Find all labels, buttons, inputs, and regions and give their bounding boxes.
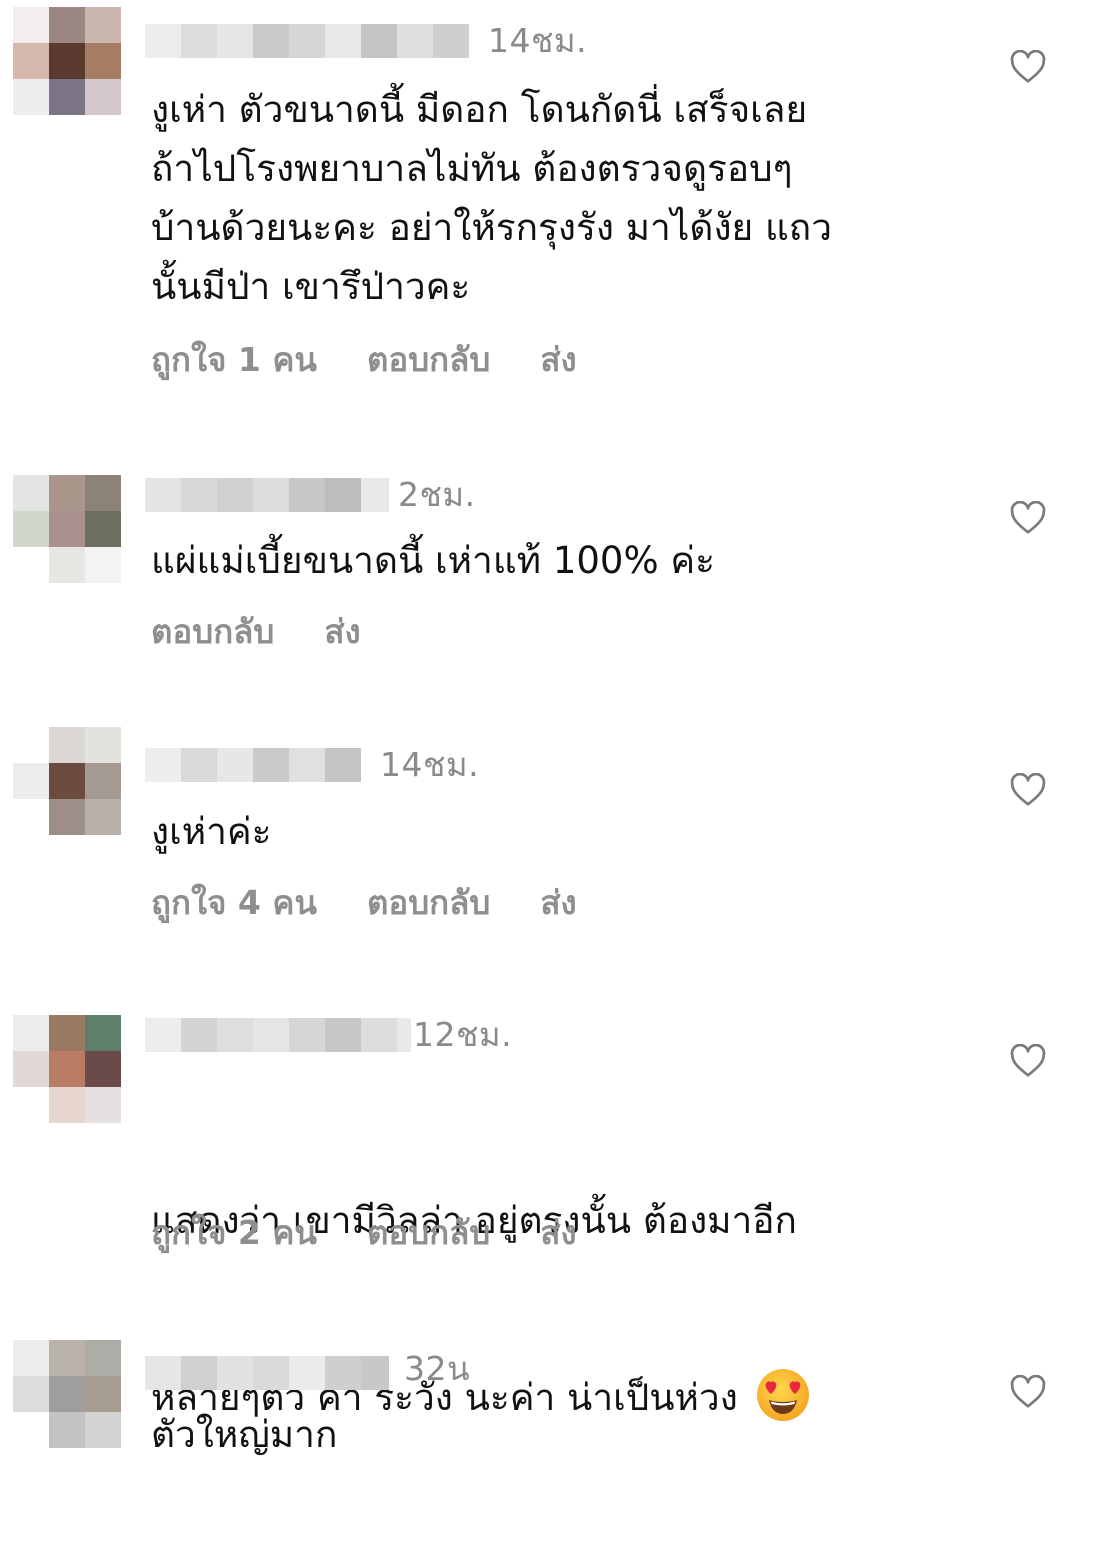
comment-text: แสดงว่า เขามีวิลล่า อยู่ตรงนั้น ต้องมาอี… [151, 1073, 971, 1545]
comment-text: งูเห่า ตัวขนาดนี้ มีดอก โดนกัดนี่ เสร็จเ… [151, 88, 832, 308]
comment-actions: ถูกใจ 2 คน ตอบกลับ ส่ง [151, 1213, 627, 1253]
likes-count[interactable]: ถูกใจ 1 คน [151, 340, 317, 380]
username-blurred[interactable] [145, 478, 389, 512]
comment-timestamp: 2ชม. [398, 475, 476, 514]
comment-text: แผ่แม่เบี้ยขนาดนี้ เห่าแท้ 100% ค่ะ [151, 539, 715, 582]
heart-outline-icon[interactable] [1010, 1375, 1046, 1409]
comment-timestamp: 14ชม. [488, 21, 588, 60]
comment-timestamp: 12ชม. [413, 1015, 513, 1054]
likes-count[interactable]: ถูกใจ 2 คน [151, 1213, 317, 1253]
comment-timestamp: 14ชม. [380, 745, 480, 784]
reply-button[interactable]: ตอบกลับ [151, 612, 274, 652]
comment-actions: ถูกใจ 4 คน ตอบกลับ ส่ง [151, 883, 627, 923]
reply-button[interactable]: ตอบกลับ [367, 1213, 490, 1253]
username-blurred[interactable] [145, 748, 361, 782]
likes-count[interactable]: ถูกใจ 4 คน [151, 883, 317, 923]
avatar[interactable] [13, 7, 121, 115]
avatar[interactable] [13, 1015, 121, 1123]
send-button[interactable]: ส่ง [540, 883, 576, 923]
avatar[interactable] [13, 1340, 121, 1448]
send-button[interactable]: ส่ง [540, 1213, 576, 1253]
comment-actions: ถูกใจ 1 คน ตอบกลับ ส่ง [151, 340, 627, 380]
comment-text: งูเห่าค่ะ [151, 810, 272, 853]
username-blurred[interactable] [145, 1018, 411, 1052]
send-button[interactable]: ส่ง [324, 612, 360, 652]
comment-text: ตัวใหญ่มาก [151, 1413, 338, 1456]
heart-outline-icon[interactable] [1010, 773, 1046, 807]
reply-button[interactable]: ตอบกลับ [367, 883, 490, 923]
heart-outline-icon[interactable] [1010, 50, 1046, 84]
comment-actions: ตอบกลับ ส่ง [151, 612, 411, 652]
send-button[interactable]: ส่ง [540, 340, 576, 380]
username-blurred[interactable] [145, 1356, 389, 1390]
avatar[interactable] [13, 727, 121, 835]
avatar[interactable] [13, 475, 121, 583]
reply-button[interactable]: ตอบกลับ [367, 340, 490, 380]
heart-outline-icon[interactable] [1010, 1044, 1046, 1078]
comment-timestamp: 32น [404, 1349, 471, 1388]
heart-outline-icon[interactable] [1010, 501, 1046, 535]
username-blurred[interactable] [145, 24, 469, 58]
